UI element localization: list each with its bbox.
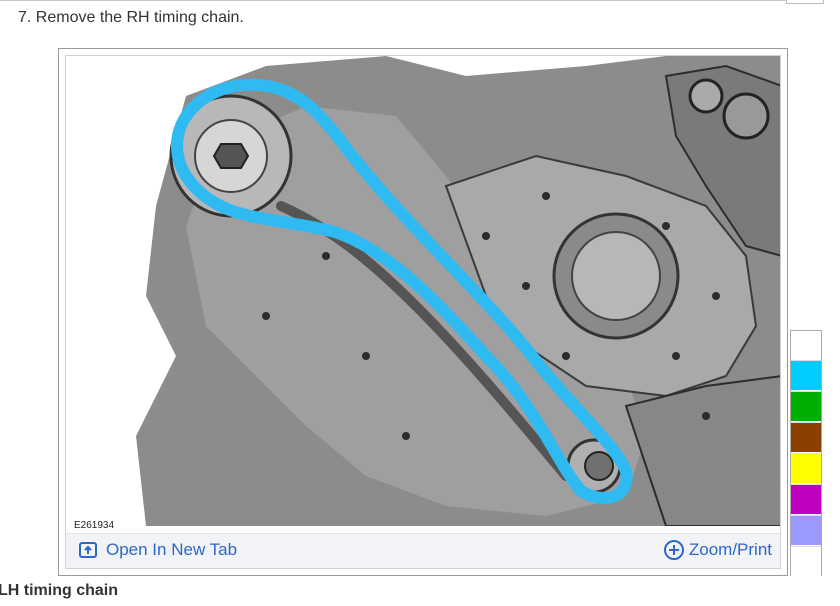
top-right-box [786,0,824,4]
figure-frame: E261934 Open In New Tab Zoom/Print [58,48,788,576]
open-in-new-tab-button[interactable]: Open In New Tab [78,540,237,560]
open-in-new-tab-label: Open In New Tab [106,540,238,559]
zoom-plus-icon [663,540,684,560]
swatch-blank[interactable] [791,546,821,576]
engine-illustration[interactable] [66,56,781,526]
swatch-green[interactable] [791,391,821,421]
swatch-brown[interactable] [791,422,821,452]
zoom-print-label: Zoom/Print [688,540,772,559]
figure-toolbar: Open In New Tab Zoom/Print [66,533,780,568]
swatch-cyan[interactable] [791,360,821,390]
zoom-print-button[interactable]: Zoom/Print [663,539,772,561]
color-palette [790,330,822,576]
step-text: 7. Remove the RH timing chain. [18,9,244,26]
figure-inner: E261934 Open In New Tab Zoom/Print [65,55,781,569]
swatch-yellow[interactable] [791,453,821,483]
swatch-white[interactable] [791,331,821,361]
open-in-new-tab-icon [79,542,97,558]
swatch-magenta[interactable] [791,484,821,514]
section-heading: LH timing chain [0,582,118,599]
figure-id-label: E261934 [74,520,115,531]
swatch-lavender[interactable] [791,515,821,545]
top-divider [0,0,786,3]
